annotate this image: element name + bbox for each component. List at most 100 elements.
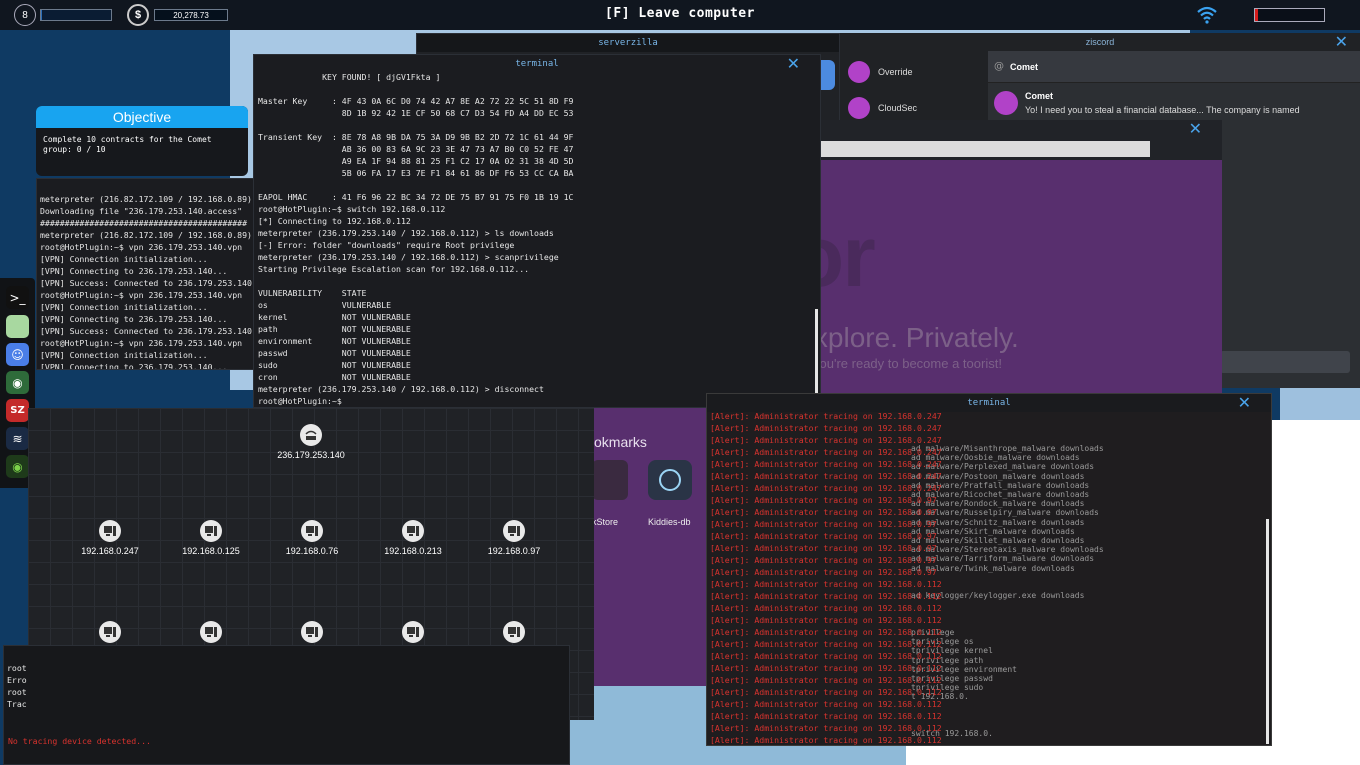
ziscord-input-box[interactable]: [1220, 351, 1350, 373]
bookmark-partial-label: kStore: [592, 517, 619, 527]
terminal-icon[interactable]: >_: [6, 286, 29, 309]
alert-line: [Alert]: Administrator tracing on 192.16…: [710, 699, 942, 709]
terminal-line: Transient Key : 8E 78 A8 9B DA 75 3A D9 …: [258, 132, 574, 142]
eye-icon[interactable]: ◉: [6, 455, 29, 478]
alert-line: [Alert]: Administrator tracing on 192.16…: [710, 591, 942, 601]
terminal-line: 8D 1B 92 42 1E CF 50 68 C7 D3 54 FD A4 D…: [258, 108, 574, 118]
alert-terminal-output: [Alert]: Administrator tracing on 192.16…: [710, 410, 942, 745]
browser-globe-icon[interactable]: ◉: [6, 371, 29, 394]
node-ip: 192.168.0.125: [182, 546, 240, 556]
terminal-line: meterpreter (216.82.172.109 / 192.168.0.…: [40, 194, 252, 204]
computer-icon: [402, 520, 424, 542]
terminal-line: root@HotPlugin:~$ vpn 236.179.253.140.vp…: [40, 338, 243, 348]
server-label: CloudSec: [878, 103, 918, 113]
router-icon: [300, 424, 322, 446]
leave-computer-hint: [F] Leave computer: [605, 6, 755, 21]
alert-terminal-scrollbar[interactable]: [1266, 519, 1269, 744]
comet-avatar: [994, 91, 1018, 115]
node-ip: 192.168.0.247: [81, 546, 139, 556]
terminal-line: Erro: [7, 675, 27, 685]
network-node[interactable]: 192.168.0.247: [65, 520, 155, 556]
alert-line: [Alert]: Administrator tracing on 192.16…: [710, 519, 937, 529]
ziscord-icon[interactable]: ☺: [6, 343, 29, 366]
terminal-line: [*] Connecting to 192.168.0.112: [258, 216, 411, 226]
alert-line: [Alert]: Administrator tracing on 192.16…: [710, 435, 942, 445]
computer-icon: [200, 520, 222, 542]
bookmark-partial[interactable]: [592, 460, 628, 500]
terminal-bottom-left-output: root Erro root Trac: [7, 662, 27, 710]
network-node[interactable]: 192.168.0.76: [267, 520, 357, 556]
terminal-line: ########################################…: [40, 218, 248, 228]
kiddies-db-icon: [659, 469, 681, 491]
computer-icon: [301, 520, 323, 542]
health-bar-fill: [1255, 9, 1259, 21]
router-node[interactable]: 236.179.253.140: [266, 424, 356, 460]
bookmark-kiddies-db[interactable]: [648, 460, 692, 500]
terminal-line: root@HotPlugin:~$ vpn 236.179.253.140.vp…: [40, 242, 243, 252]
ziscord-close-icon[interactable]: ✕: [1335, 33, 1348, 50]
alert-line: [Alert]: Administrator tracing on 192.16…: [710, 675, 942, 685]
network-node[interactable]: 192.168.0.213: [368, 520, 458, 556]
alert-line: [Alert]: Administrator tracing on 192.16…: [710, 711, 942, 721]
ziscord-title: ziscord: [840, 33, 1360, 51]
terminal-line: root: [7, 687, 27, 697]
alert-line: [Alert]: Administrator tracing on 192.16…: [710, 411, 942, 421]
alert-line: [Alert]: Administrator tracing on 192.16…: [710, 627, 942, 637]
alert-line: [Alert]: Administrator tracing on 192.16…: [710, 687, 942, 697]
alert-line: [Alert]: Administrator tracing on 192.16…: [710, 651, 942, 661]
bookmarks-heading: okmarks: [594, 434, 647, 450]
terminal-scrollbar[interactable]: [815, 309, 818, 405]
serverzilla-icon[interactable]: SZ: [6, 399, 29, 422]
terminal-line: sudo NOT VULNERABLE: [258, 360, 411, 370]
alert-line: [Alert]: Administrator tracing on 192.16…: [710, 459, 942, 469]
alert-line: [Alert]: Administrator tracing on 192.16…: [710, 555, 937, 565]
computer-icon: [402, 621, 424, 643]
terminal-line: Downloading file "236.179.253.140.access…: [40, 206, 243, 216]
terminal-line: root@HotPlugin:~$ vpn 236.179.253.140.vp…: [40, 290, 243, 300]
objective-text: Complete 10 contracts for the Comet grou…: [43, 135, 212, 154]
computer-icon: [99, 520, 121, 542]
computer-icon: [200, 621, 222, 643]
alert-line: [Alert]: Administrator tracing on 192.16…: [710, 567, 937, 577]
terminal-line: meterpreter (236.179.253.140 / 192.168.0…: [258, 228, 554, 238]
message-author: Comet: [1025, 91, 1054, 101]
terminal-line: [VPN] Connection initialization...: [40, 254, 208, 264]
alert-line: [Alert]: Administrator tracing on 192.16…: [710, 639, 942, 649]
server-item-override[interactable]: Override: [848, 61, 913, 83]
alert-line: [Alert]: Administrator tracing on 192.16…: [710, 447, 942, 457]
alert-line: [Alert]: Administrator tracing on 192.16…: [710, 735, 942, 745]
terminal-left-window: meterpreter (216.82.172.109 / 192.168.0.…: [36, 178, 254, 370]
terminal-bottom-left-window: root Erro root Trac No tracing device detec…: [3, 645, 570, 765]
server-item-cloudsec[interactable]: CloudSec: [848, 97, 917, 119]
network-node[interactable]: 192.168.0.125: [166, 520, 256, 556]
terminal-line: kernel NOT VULNERABLE: [258, 312, 411, 322]
alert-line: [Alert]: Administrator tracing on 192.16…: [710, 663, 942, 673]
tracing-status: No tracing device detected...: [8, 736, 151, 746]
terminal-close-icon[interactable]: ✕: [787, 55, 800, 72]
terminal-line: 5B 06 FA 17 E3 7E F1 84 61 86 DF F6 53 C…: [258, 168, 574, 178]
terminal-line: [-] Error: folder "downloads" require Ro…: [258, 240, 515, 250]
alert-line: [Alert]: Administrator tracing on 192.16…: [710, 507, 937, 517]
terminal-line: [VPN] Connecting to 236.179.253.140...: [40, 314, 228, 324]
terminal-line: Trac: [7, 699, 27, 709]
bookmark-kiddies-label: Kiddies-db: [648, 517, 691, 527]
router-ip: 236.179.253.140: [277, 450, 345, 460]
hacker-icon[interactable]: ≋: [6, 427, 29, 450]
terminal-line: [VPN] Connecting to 236.179.253.140...: [40, 362, 228, 370]
notes-icon[interactable]: [6, 315, 29, 338]
terminal-line: os VULNERABLE: [258, 300, 392, 310]
terminal-line: environment NOT VULNERABLE: [258, 336, 411, 346]
alert-terminal-close-icon[interactable]: ✕: [1238, 394, 1251, 411]
terminal-line: [VPN] Connecting to 236.179.253.140...: [40, 266, 228, 276]
ziscord-message: Comet Yo! I need you to steal a financia…: [988, 83, 1360, 123]
toor-close-icon[interactable]: ✕: [1189, 120, 1202, 137]
terminal-line: passwd NOT VULNERABLE: [258, 348, 411, 358]
alert-line: [Alert]: Administrator tracing on 192.16…: [710, 495, 937, 505]
node-ip: 192.168.0.213: [384, 546, 442, 556]
terminal-line: meterpreter (236.179.253.140 / 192.168.0…: [258, 252, 559, 262]
terminal-line: meterpreter (236.179.253.140 / 192.168.0…: [258, 384, 544, 394]
network-node[interactable]: 192.168.0.97: [469, 520, 559, 556]
